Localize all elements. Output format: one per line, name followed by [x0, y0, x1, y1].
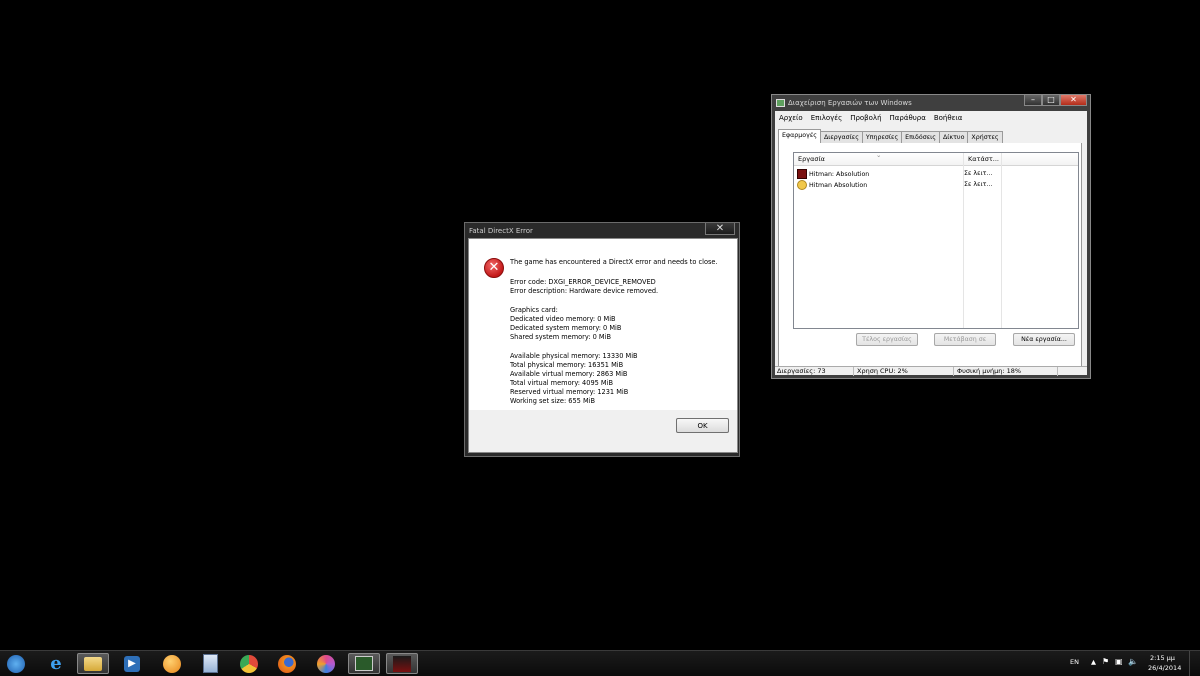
total-physical-memory: Total physical memory: 16351 MiB: [510, 361, 624, 369]
swirl-icon: [317, 654, 335, 673]
shared-system-memory: Shared system memory: 0 MiB: [510, 333, 611, 341]
status-bar: Διεργασίες: 73 Χρηση CPU: 2% Φυσική μνήμ…: [775, 366, 1087, 376]
warning-icon: [797, 180, 807, 190]
taskbar-orange-app[interactable]: [156, 653, 188, 674]
new-task-button[interactable]: Νέα εργασία...: [1013, 333, 1075, 346]
menu-view[interactable]: Προβολή: [850, 114, 881, 122]
menu-help[interactable]: Βοήθεια: [934, 114, 963, 122]
error-dialog-body: ✕ The game has encountered a DirectX err…: [468, 238, 738, 411]
dedicated-system-memory: Dedicated system memory: 0 MiB: [510, 324, 622, 332]
available-physical-memory: Available physical memory: 13330 MiB: [510, 352, 638, 360]
language-indicator[interactable]: EN: [1070, 658, 1079, 666]
windows-start-icon: [7, 654, 25, 673]
taskbar-calculator[interactable]: [194, 653, 226, 674]
calculator-icon: [202, 654, 218, 673]
column-status[interactable]: Κατάστ...: [968, 155, 999, 163]
taskbar-internet-explorer[interactable]: e: [40, 653, 72, 674]
taskbar-firefox[interactable]: [271, 653, 303, 674]
clock-time[interactable]: 2:15 μμ: [1150, 654, 1175, 662]
orange-ball-icon: [163, 654, 181, 673]
network-icon[interactable]: ▣: [1115, 657, 1123, 666]
minimize-button[interactable]: –: [1024, 95, 1042, 106]
maximize-button[interactable]: □: [1042, 95, 1060, 106]
tab-applications[interactable]: Εφαρμογές: [778, 129, 821, 144]
column-task[interactable]: Εργασία: [798, 155, 825, 163]
taskbar-task-manager[interactable]: [348, 653, 380, 674]
show-desktop-button[interactable]: [1189, 651, 1200, 676]
media-player-icon: ▶: [124, 655, 140, 672]
show-hidden-icons-icon[interactable]: ▲: [1091, 658, 1096, 666]
status-processes: Διεργασίες: 73: [775, 367, 854, 376]
firefox-icon: [278, 654, 296, 673]
task-name: Hitman: Absolution: [809, 171, 870, 178]
menu-file[interactable]: Αρχείο: [779, 114, 803, 122]
error-icon: ✕: [484, 258, 504, 278]
menu-bar: Αρχείο Επιλογές Προβολή Παράθυρα Βοήθεια: [779, 114, 962, 122]
taskbar-swirl-app[interactable]: [310, 653, 342, 674]
error-dialog-close-button[interactable]: ✕: [705, 223, 735, 235]
error-dialog-title: Fatal DirectX Error: [469, 227, 533, 235]
task-status: Σε λειτ...: [964, 181, 993, 188]
end-task-button[interactable]: Τέλος εργασίας: [856, 333, 918, 346]
taskbar-media-player[interactable]: ▶: [116, 653, 148, 674]
task-name: Hitman Absolution: [809, 182, 868, 189]
working-set-size: Working set size: 655 MiB: [510, 397, 595, 405]
hitman-icon: [797, 169, 807, 179]
action-center-flag-icon[interactable]: ⚑: [1102, 657, 1109, 666]
sort-indicator-icon: ⌄: [876, 151, 882, 159]
taskbar-hitman[interactable]: [386, 653, 418, 674]
task-row[interactable]: Hitman: Absolution: [797, 169, 869, 179]
task-status: Σε λειτ...: [964, 170, 993, 177]
task-list-header: Εργασία ⌄ Κατάστ...: [794, 151, 1078, 166]
task-manager-app-icon: [776, 99, 785, 107]
error-dialog-footer: OK: [468, 410, 738, 453]
internet-explorer-icon: e: [50, 652, 62, 674]
total-virtual-memory: Total virtual memory: 4095 MiB: [510, 379, 613, 387]
error-code: Error code: DXGI_ERROR_DEVICE_REMOVED: [510, 278, 656, 286]
hitman-game-icon: [393, 655, 411, 672]
task-manager-icon: [355, 656, 373, 671]
reserved-virtual-memory: Reserved virtual memory: 1231 MiB: [510, 388, 629, 396]
folder-icon: [84, 656, 102, 671]
chrome-icon: [240, 654, 258, 673]
task-list[interactable]: Εργασία ⌄ Κατάστ... Hitman: Absolution Σ…: [793, 151, 1079, 329]
taskbar-file-explorer[interactable]: [77, 653, 109, 674]
dedicated-video-memory: Dedicated video memory: 0 MiB: [510, 315, 616, 323]
menu-windows[interactable]: Παράθυρα: [890, 114, 926, 122]
task-manager-window: Διαχείριση Εργασιών των Windows – □ ✕ Αρ…: [771, 94, 1091, 379]
status-cpu: Χρηση CPU: 2%: [855, 367, 954, 376]
task-manager-title: Διαχείριση Εργασιών των Windows: [788, 99, 912, 107]
volume-icon[interactable]: 🔈: [1128, 657, 1138, 666]
column-divider: [1001, 153, 1002, 328]
ok-button[interactable]: OK: [676, 418, 729, 433]
column-divider: [963, 153, 964, 328]
menu-options[interactable]: Επιλογές: [811, 114, 842, 122]
task-row[interactable]: Hitman Absolution: [797, 180, 867, 190]
taskbar-chrome[interactable]: [233, 653, 265, 674]
start-button[interactable]: [0, 653, 32, 674]
clock-date[interactable]: 26/4/2014: [1148, 664, 1181, 672]
graphics-card-label: Graphics card:: [510, 306, 558, 314]
switch-to-button[interactable]: Μετάβαση σε: [934, 333, 996, 346]
status-memory: Φυσική μνήμη: 18%: [955, 367, 1058, 376]
system-tray: EN ▲ ⚑ ▣ 🔈 2:15 μμ 26/4/2014: [1060, 651, 1200, 676]
error-message: The game has encountered a DirectX error…: [510, 258, 718, 266]
error-dialog: Fatal DirectX Error ✕ ✕ The game has enc…: [464, 222, 740, 457]
taskbar: e ▶ EN ▲ ⚑ ▣ 🔈 2:15 μμ 26/4/2014: [0, 650, 1200, 676]
tab-strip: Εφαρμογές Διεργασίες Υπηρεσίες Επιδόσεις…: [778, 129, 1003, 144]
task-manager-client: Αρχείο Επιλογές Προβολή Παράθυρα Βοήθεια…: [775, 111, 1087, 376]
close-button[interactable]: ✕: [1060, 95, 1087, 106]
error-description: Error description: Hardware device remov…: [510, 287, 659, 295]
available-virtual-memory: Available virtual memory: 2863 MiB: [510, 370, 628, 378]
